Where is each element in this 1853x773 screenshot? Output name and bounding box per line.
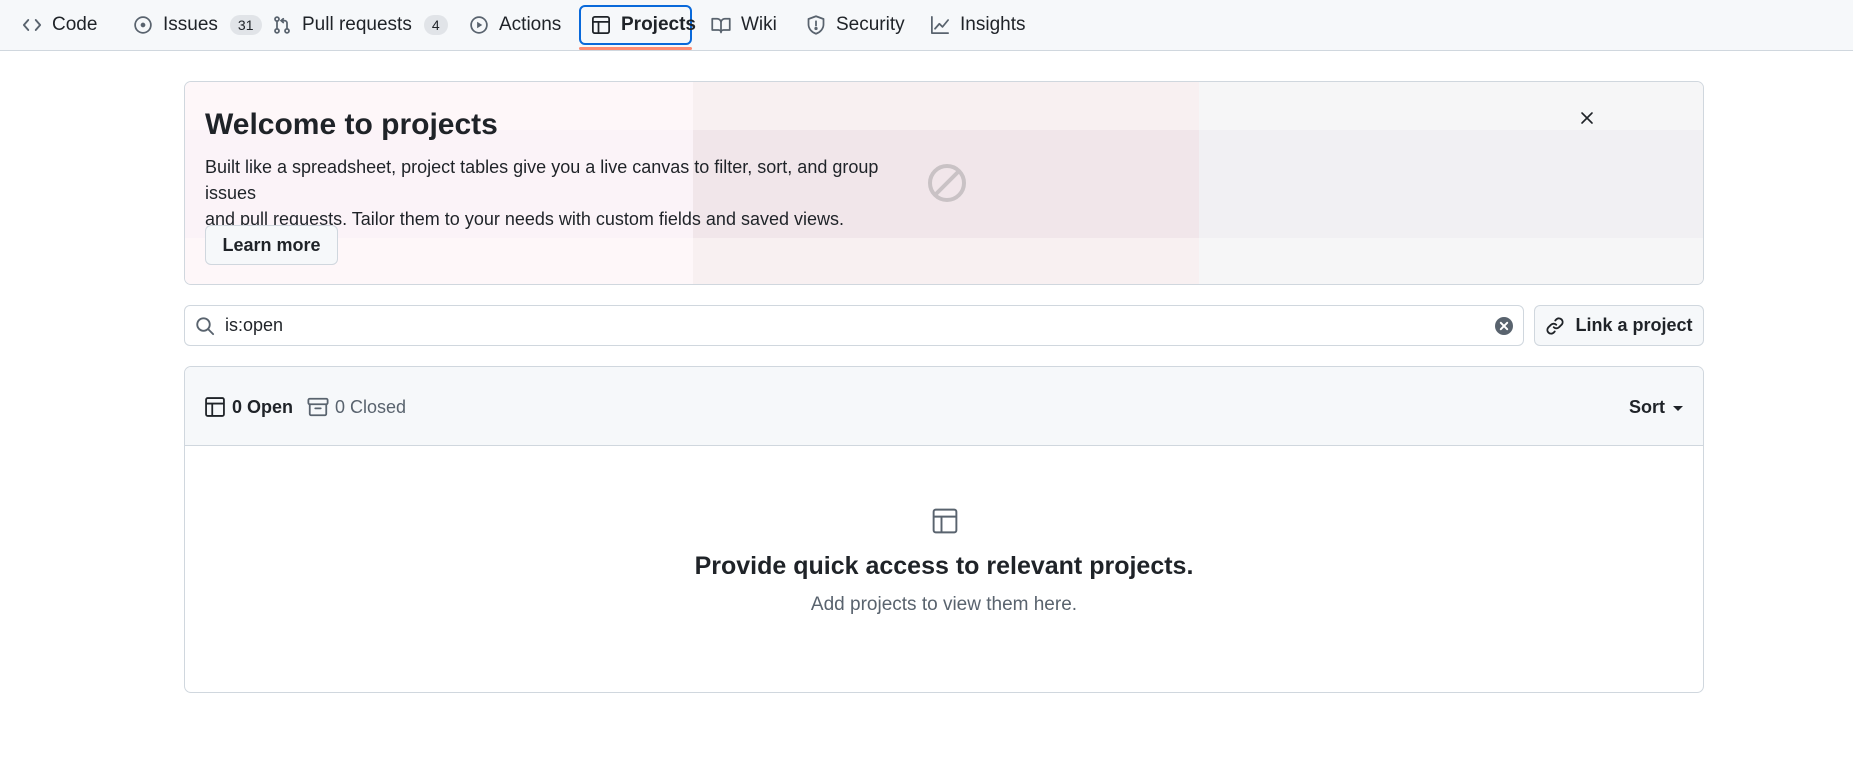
table-icon — [931, 507, 959, 535]
nav-tab-label: Code — [52, 14, 98, 35]
nav-tab-label: Actions — [499, 14, 562, 35]
x-circle-fill-icon[interactable] — [1494, 316, 1514, 336]
open-projects-tab[interactable]: 0 Open — [204, 395, 293, 419]
book-icon — [711, 15, 731, 35]
nav-tab-code[interactable]: Code — [12, 5, 107, 45]
nav-tab-security[interactable]: Security — [796, 5, 915, 45]
nav-tab-projects[interactable]: Projects — [579, 5, 696, 45]
nav-tab-label: Wiki — [741, 14, 777, 35]
nav-tab-label: Projects — [621, 14, 696, 35]
nav-tab-issues[interactable]: Issues 31 — [123, 5, 272, 45]
repo-nav: Code Issues 31 Pull requests 4 Actions P… — [0, 0, 1853, 51]
learn-more-button[interactable]: Learn more — [205, 225, 338, 265]
banner-description-line: Built like a spreadsheet, project tables… — [205, 157, 879, 203]
archive-icon — [307, 396, 329, 418]
nav-tab-label: Security — [836, 14, 905, 35]
open-projects-label: 0 Open — [232, 396, 294, 417]
table-icon — [204, 396, 226, 418]
closed-projects-label: 0 Closed — [335, 396, 407, 417]
link-project-button[interactable]: Link a project — [1534, 305, 1704, 346]
link-project-label: Link a project — [1575, 315, 1693, 335]
play-icon — [469, 15, 489, 35]
image-unavailable-icon — [926, 162, 968, 204]
code-icon — [22, 15, 42, 35]
nav-tab-insights[interactable]: Insights — [920, 5, 1035, 45]
git-pull-request-icon — [272, 15, 292, 35]
welcome-banner: Welcome to projects Built like a spreads… — [184, 81, 1704, 285]
issue-opened-icon — [133, 15, 153, 35]
sort-dropdown[interactable]: Sort — [1629, 395, 1683, 419]
search-icon — [195, 316, 215, 336]
nav-tab-actions[interactable]: Actions — [459, 5, 571, 45]
sort-label: Sort — [1629, 396, 1665, 417]
closed-projects-tab[interactable]: 0 Closed — [307, 395, 406, 419]
nav-tab-label: Pull requests — [302, 14, 412, 35]
close-icon[interactable] — [1575, 106, 1599, 130]
shield-icon — [806, 15, 826, 35]
graph-icon — [930, 15, 950, 35]
search-input[interactable] — [225, 307, 1465, 344]
banner-title: Welcome to projects — [205, 108, 498, 141]
nav-tab-pull-requests[interactable]: Pull requests 4 — [262, 5, 458, 45]
issues-counter: 31 — [229, 15, 262, 35]
project-list: 0 Open 0 Closed Sort Provide quick acces… — [184, 366, 1704, 693]
banner-background — [1199, 82, 1703, 284]
nav-tab-label: Insights — [960, 14, 1026, 35]
triangle-down-icon — [1673, 405, 1683, 411]
project-list-header: 0 Open 0 Closed Sort — [185, 367, 1703, 446]
nav-tab-label: Issues — [163, 14, 218, 35]
project-search-box — [184, 305, 1524, 346]
blankslate-title: Provide quick access to relevant project… — [694, 552, 1194, 580]
pull-requests-counter: 4 — [423, 15, 448, 35]
blankslate-description: Add projects to view them here. — [810, 594, 1078, 615]
selected-tab-underline — [579, 47, 692, 50]
link-icon — [1545, 316, 1565, 336]
banner-description: Built like a spreadsheet, project tables… — [205, 154, 925, 232]
nav-tab-wiki[interactable]: Wiki — [701, 5, 787, 45]
table-icon — [591, 15, 611, 35]
